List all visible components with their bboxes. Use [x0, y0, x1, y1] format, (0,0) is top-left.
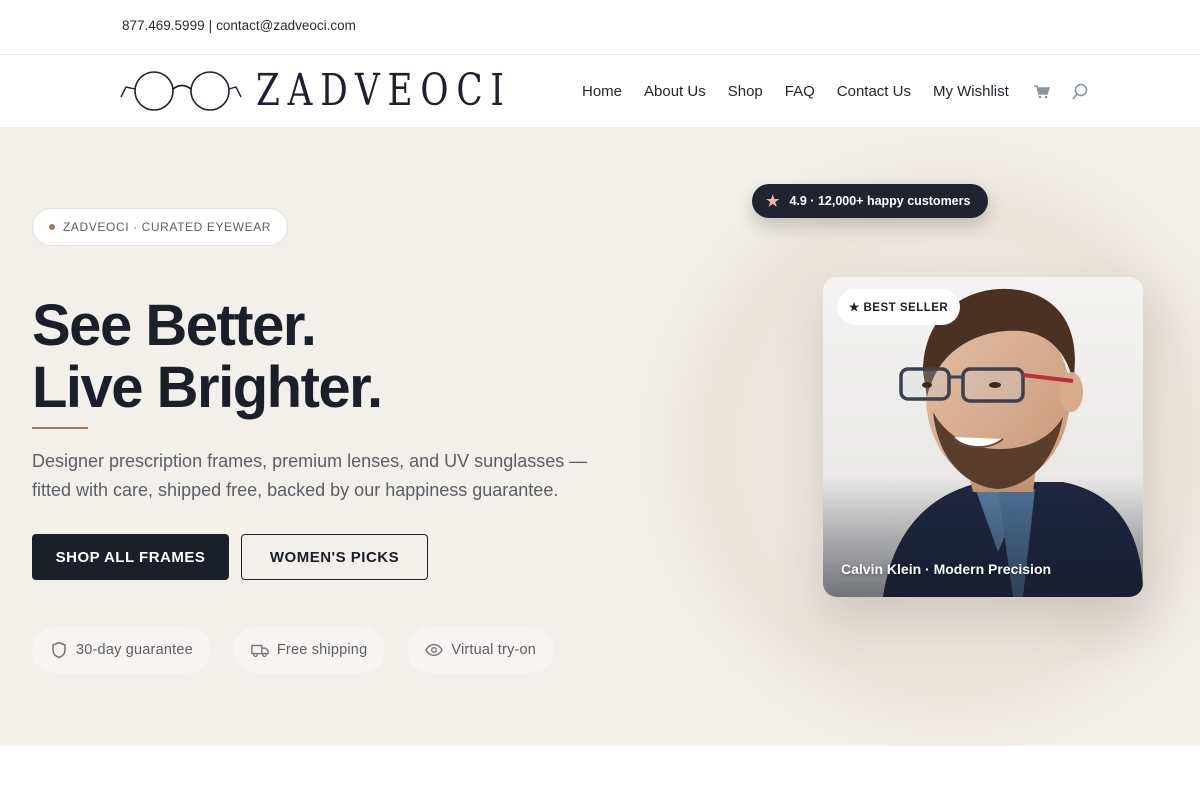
nav-shop[interactable]: Shop: [728, 83, 763, 100]
shop-all-frames-button[interactable]: SHOP ALL FRAMES: [32, 534, 229, 580]
feature-label: 30-day guarantee: [76, 642, 193, 658]
contact-info: 877.469.5999 | contact@zadveoci.com: [122, 18, 356, 33]
brand-logo[interactable]: ZADVEOCI: [120, 68, 584, 114]
main-nav: Home About Us Shop FAQ Contact Us My Wis…: [582, 56, 1107, 127]
eyebrow-dot: [49, 224, 55, 230]
feature-label: Virtual try-on: [451, 642, 537, 658]
nav-about-us[interactable]: About Us: [644, 83, 706, 100]
feature-try-on: Virtual try-on: [407, 627, 555, 673]
feature-label: Free shipping: [276, 642, 368, 658]
best-seller-product-card[interactable]: ★ BEST SELLER Calvin Klein · Modern Prec…: [823, 277, 1143, 597]
eyebrow-text: ZADVEOCI · CURATED EYEWEAR: [63, 220, 272, 234]
product-caption: Calvin Klein · Modern Precision: [841, 561, 1052, 577]
headline-accent-line: [32, 427, 88, 429]
site-header: ZADVEOCI Home About Us Shop FAQ Contact …: [0, 56, 1200, 127]
card-caption-shade: [823, 477, 1143, 597]
star-icon: ★: [766, 193, 780, 210]
best-seller-badge: ★ BEST SELLER: [837, 289, 961, 325]
contact-separator: |: [208, 18, 213, 33]
feature-list: 30-day guarantee Free shipping Virtual t…: [32, 627, 576, 673]
nav-my-wishlist[interactable]: My Wishlist: [933, 83, 1009, 100]
top-contact-bar: 877.469.5999 | contact@zadveoci.com: [0, 0, 1200, 55]
hero-eyebrow-pill: ZADVEOCI · CURATED EYEWEAR: [32, 208, 289, 246]
search-icon[interactable]: [1069, 81, 1091, 103]
eye-icon: [425, 641, 444, 659]
feature-shipping: Free shipping: [232, 627, 386, 673]
email-link[interactable]: contact@zadveoci.com: [216, 18, 356, 33]
phone-link[interactable]: 877.469.5999: [122, 18, 205, 33]
rating-pill: ★ 4.9 · 12,000+ happy customers: [752, 184, 989, 218]
headline-line-2: Live Brighter.: [32, 355, 383, 420]
headline-line-1: See Better.: [32, 293, 317, 358]
round-glasses-icon: [120, 69, 242, 113]
nav-contact-us[interactable]: Contact Us: [837, 83, 911, 100]
hero-subtext: Designer prescription frames, premium le…: [32, 451, 588, 500]
cart-icon[interactable]: [1031, 81, 1053, 103]
shield-icon: [50, 641, 68, 659]
nav-faq[interactable]: FAQ: [785, 83, 815, 100]
feature-guarantee: 30-day guarantee: [32, 627, 211, 673]
rating-text: 4.9 · 12,000+ happy customers: [789, 194, 971, 208]
truck-icon: [251, 641, 269, 659]
brand-wordmark: ZADVEOCI: [256, 65, 512, 116]
nav-home[interactable]: Home: [582, 83, 622, 100]
hero-headline: See Better. Live Brighter.: [32, 293, 383, 420]
hero-section: ZADVEOCI · CURATED EYEWEAR See Better. L…: [0, 127, 1200, 746]
womens-picks-button[interactable]: WOMEN'S PICKS: [241, 534, 428, 580]
